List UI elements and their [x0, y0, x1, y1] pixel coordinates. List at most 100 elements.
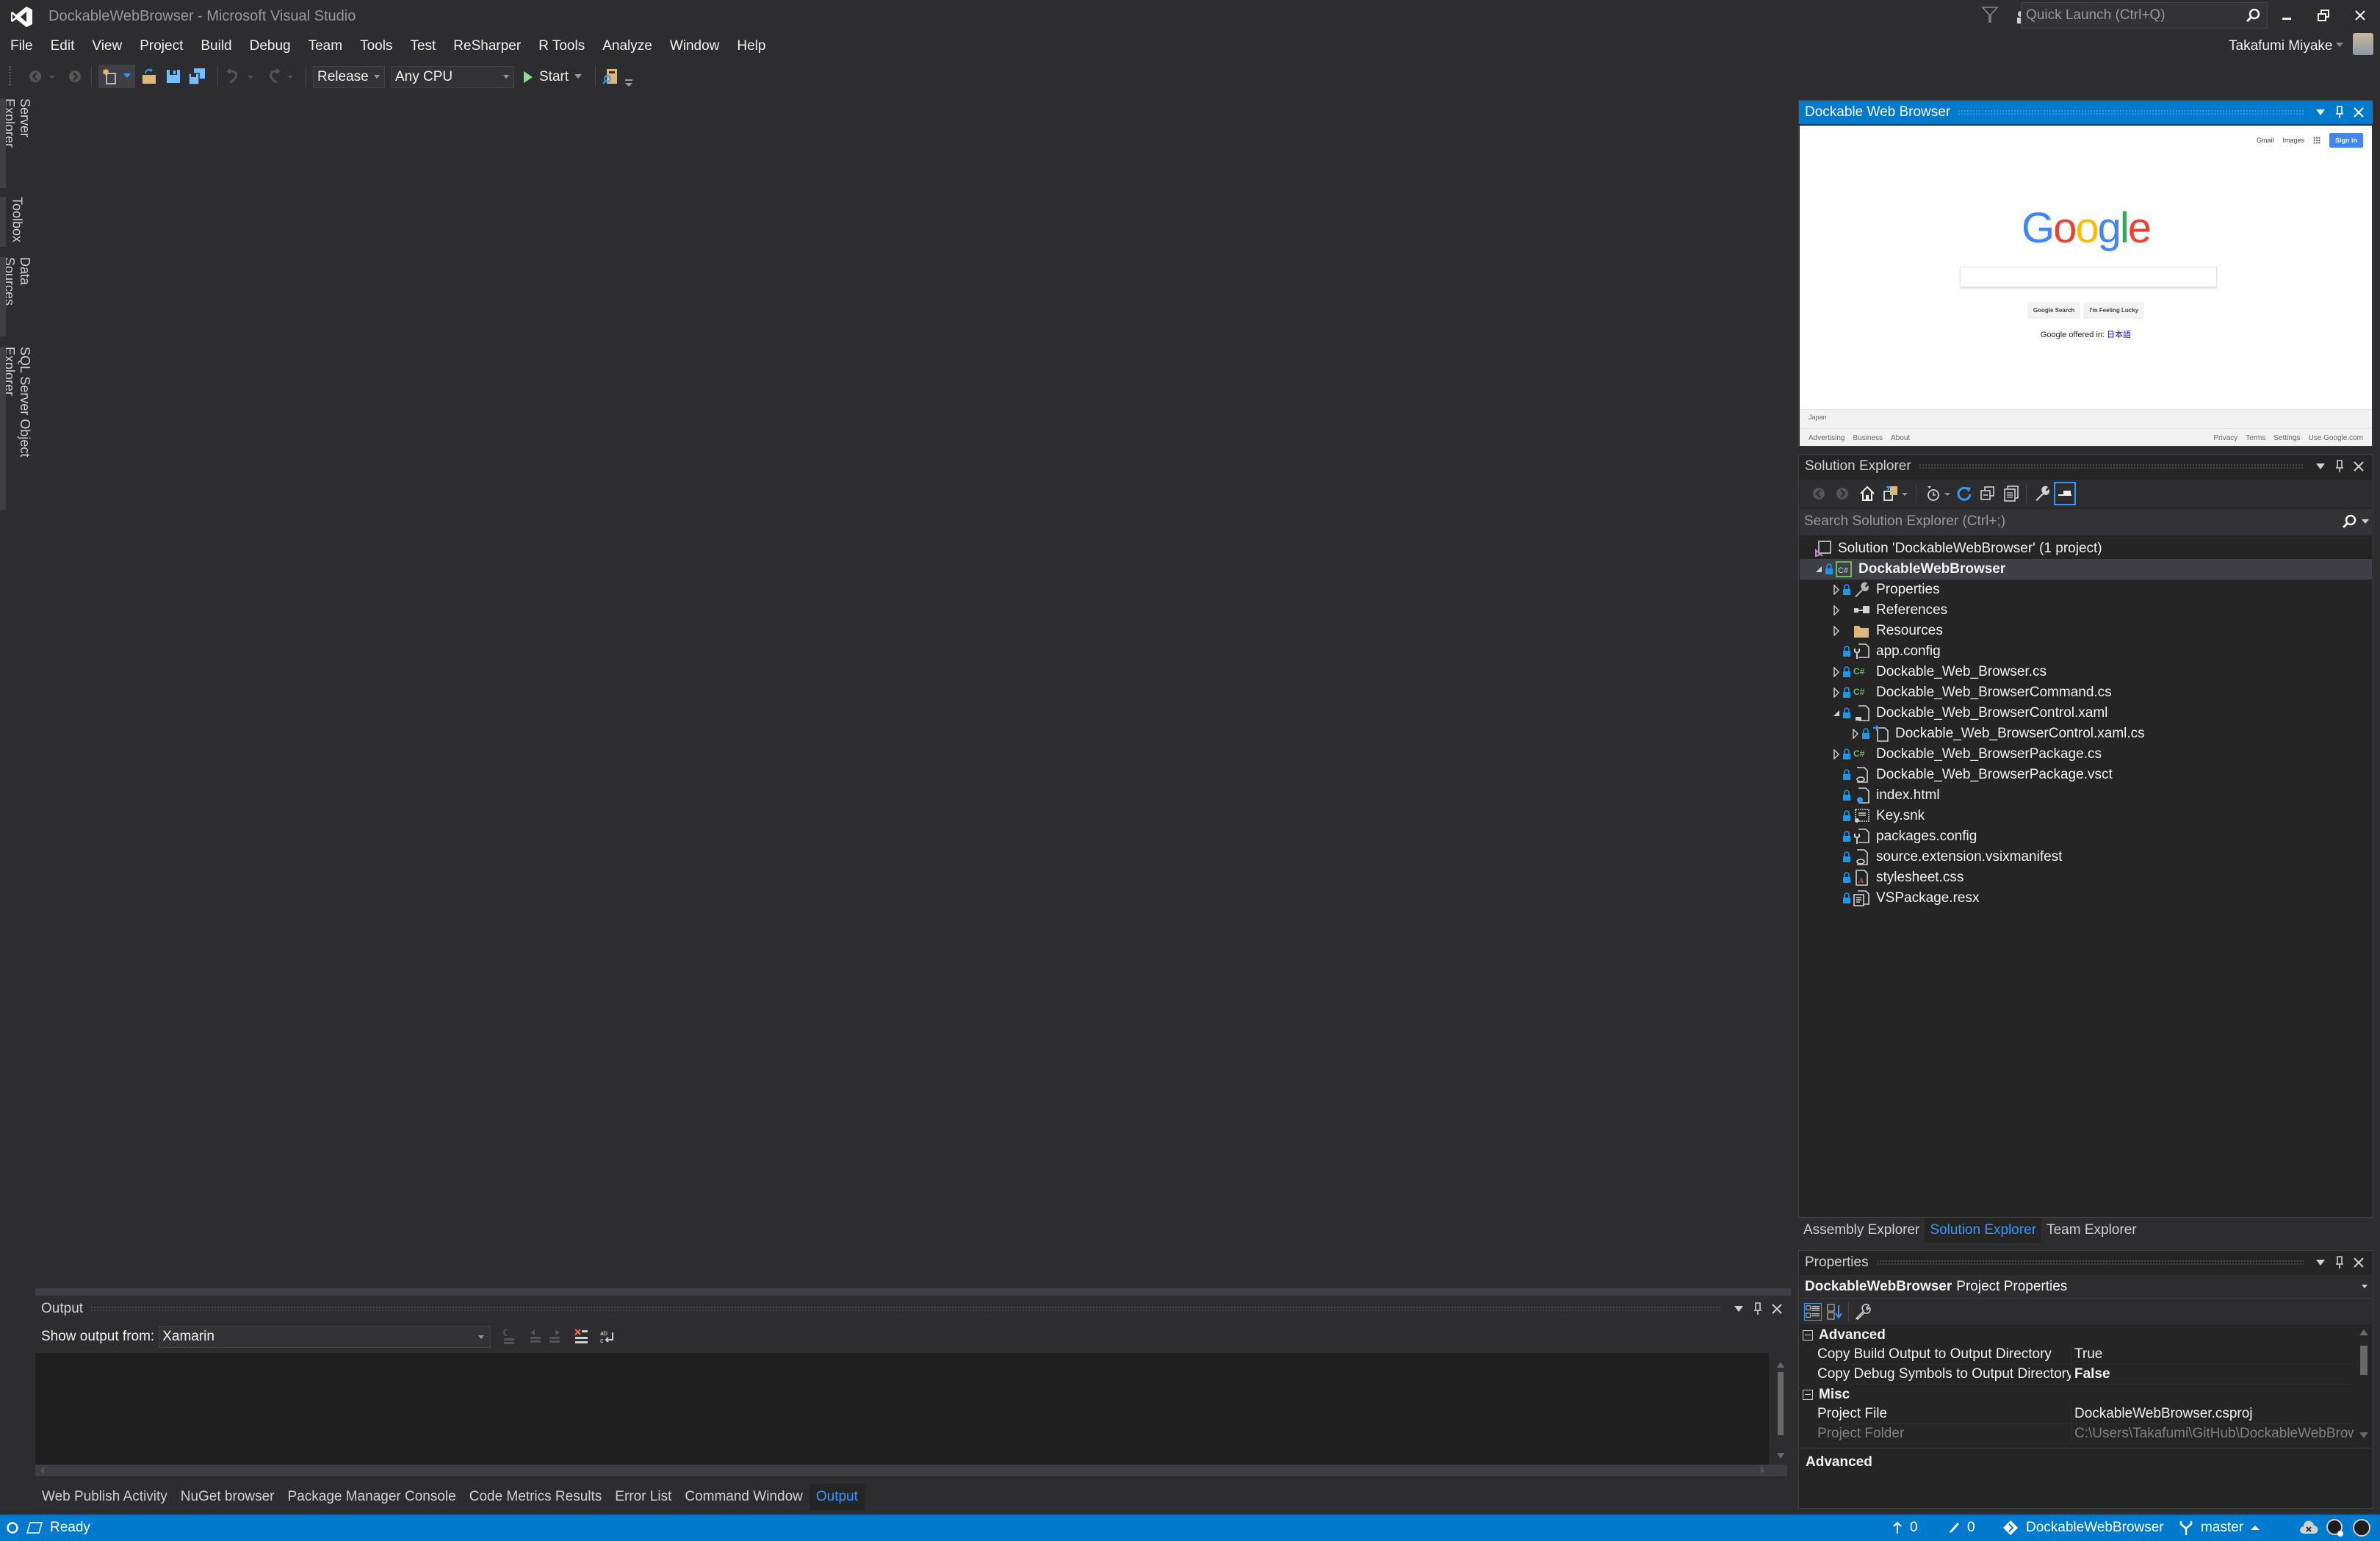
expand-arrow-icon[interactable] [1831, 605, 1842, 616]
save-icon[interactable] [165, 68, 182, 85]
privacy-link[interactable]: Privacy [2213, 434, 2237, 442]
cloud-disconnected-icon[interactable] [2299, 1519, 2318, 1537]
redo-icon[interactable] [264, 68, 282, 85]
tree-item[interactable]: Properties [1800, 580, 2372, 600]
scroll-right-icon[interactable] [1759, 1466, 1765, 1475]
tree-item[interactable]: References [1800, 600, 2372, 621]
settings-link[interactable]: Settings [2273, 434, 2300, 442]
undo-icon[interactable] [225, 68, 242, 85]
switch-views-icon[interactable] [1882, 485, 1900, 502]
sign-in-button[interactable]: Sign in [2329, 133, 2363, 148]
chevron-down-icon[interactable] [2362, 519, 2369, 525]
terms-link[interactable]: Terms [2246, 434, 2265, 442]
solution-configuration-dropdown[interactable]: Release [313, 66, 385, 88]
open-file-icon[interactable] [141, 68, 159, 85]
repository-picker[interactable]: DockableWebBrowser [2002, 1515, 2164, 1541]
tree-item[interactable]: packages.config [1800, 826, 2372, 847]
toolbar-overflow-icon[interactable] [624, 75, 633, 93]
tree-item[interactable]: Astylesheet.css [1800, 867, 2372, 888]
tree-item[interactable]: Resources [1800, 621, 2372, 641]
tool-window-header[interactable]: Properties [1799, 1251, 2373, 1274]
auto-hide-button[interactable] [2330, 457, 2349, 476]
avatar[interactable] [2353, 33, 2373, 55]
tool-window-header[interactable]: Solution Explorer [1799, 455, 2373, 478]
language-link[interactable]: 日本語 [2107, 331, 2131, 339]
feeling-lucky-button[interactable]: I'm Feeling Lucky [2083, 302, 2145, 319]
tree-item[interactable]: C# DockableWebBrowser [1800, 559, 2372, 580]
menu-resharper[interactable]: ReSharper [444, 34, 530, 59]
tree-item[interactable]: VSPackage.resx [1800, 888, 2372, 909]
close-tool-window-button[interactable] [2349, 1253, 2368, 1272]
find-in-files-icon[interactable] [602, 68, 620, 85]
tab-package-manager-console[interactable]: Package Manager Console [281, 1484, 463, 1510]
tree-item[interactable]: source.extension.vsixmanifest [1800, 847, 2372, 867]
tab-command-window[interactable]: Command Window [678, 1484, 809, 1510]
property-row[interactable]: Copy Build Output to Output Directory Tru… [1814, 1345, 2354, 1365]
property-value[interactable]: True [2071, 1345, 2354, 1364]
tab-code-metrics-results[interactable]: Code Metrics Results [463, 1484, 609, 1510]
tool-window-header[interactable]: Output [35, 1297, 1791, 1321]
tree-item[interactable]: index.html [1800, 785, 2372, 806]
new-project-button[interactable] [98, 65, 135, 88]
drag-grip[interactable] [1875, 1260, 2304, 1266]
gmail-link[interactable]: Gmail [2257, 137, 2274, 144]
pending-changes-filter-icon[interactable] [1925, 485, 1942, 502]
notification-filter-icon[interactable] [1980, 4, 1999, 25]
solution-platform-dropdown[interactable]: Any CPU [391, 66, 514, 88]
tab-sql-server-object-explorer[interactable]: SQL Server Object Explorer [0, 347, 32, 510]
advertising-link[interactable]: Advertising [1809, 434, 1844, 442]
chevron-down-icon[interactable] [48, 68, 56, 85]
tree-item[interactable]: Dockable_Web_BrowserControl.xaml [1800, 703, 2372, 723]
drag-grip[interactable] [90, 1306, 1722, 1312]
menu-r-tools[interactable]: R Tools [530, 34, 594, 59]
menu-help[interactable]: Help [728, 34, 774, 59]
expand-arrow-icon[interactable] [1831, 625, 1842, 637]
tree-item[interactable]: Dockable_Web_BrowserPackage.vsct [1800, 765, 2372, 785]
tab-toolbox[interactable]: Toolbox [0, 197, 26, 247]
home-icon[interactable] [1858, 485, 1876, 502]
back-icon[interactable] [1810, 485, 1828, 502]
tree-item[interactable]: Dockable_Web_BrowserControl.xaml.cs [1800, 723, 2372, 744]
property-value[interactable]: DockableWebBrowser.csproj [2071, 1404, 2354, 1423]
property-row[interactable]: Copy Debug Symbols to Output Directory Fa… [1814, 1365, 2354, 1385]
search-icon[interactable] [2341, 513, 2357, 530]
property-category[interactable]: Advanced [1800, 1325, 2354, 1345]
tab-solution-explorer[interactable]: Solution Explorer [1925, 1218, 2042, 1243]
pending-changes[interactable]: 0 [1948, 1515, 1975, 1541]
chevron-down-icon[interactable] [247, 68, 254, 85]
menu-debug[interactable]: Debug [241, 34, 300, 59]
auto-hide-button[interactable] [1748, 1299, 1767, 1318]
solution-search-box[interactable] [1800, 509, 2372, 535]
close-tool-window-button[interactable] [2349, 457, 2368, 476]
tree-item[interactable]: app.config [1800, 641, 2372, 662]
chevron-down-icon[interactable] [2336, 43, 2343, 48]
property-value[interactable]: False [2071, 1365, 2354, 1384]
find-message-in-code-icon[interactable] [501, 1328, 517, 1346]
property-row[interactable]: Project File DockableWebBrowser.csproj [1814, 1404, 2354, 1424]
window-position-button[interactable] [2311, 457, 2330, 476]
expand-arrow-icon[interactable] [1850, 728, 1861, 740]
google-search-input[interactable] [1960, 267, 2217, 287]
tab-data-sources[interactable]: Data Sources [0, 257, 32, 336]
menu-edit[interactable]: Edit [42, 34, 84, 59]
alphabetical-icon[interactable] [1826, 1303, 1844, 1321]
menu-project[interactable]: Project [131, 34, 192, 59]
tool-window-header[interactable]: Dockable Web Browser [1799, 101, 2373, 124]
collapse-arrow-icon[interactable] [1831, 707, 1842, 719]
tree-item[interactable]: Key.snk [1800, 806, 2372, 826]
collapse-all-icon[interactable] [1979, 485, 1997, 502]
tab-output[interactable]: Output [809, 1484, 865, 1510]
splitter[interactable] [35, 1288, 1791, 1296]
menu-test[interactable]: Test [401, 34, 444, 59]
properties-wrench-icon[interactable] [2033, 485, 2051, 502]
use-google-com-link[interactable]: Use Google.com [2309, 434, 2363, 442]
tab-team-explorer[interactable]: Team Explorer [2041, 1218, 2142, 1243]
show-all-files-icon[interactable] [2002, 485, 2020, 502]
properties-object-selector[interactable]: DockableWebBrowser Project Properties [1800, 1275, 2372, 1299]
auto-hide-button[interactable] [2330, 1253, 2349, 1272]
expand-arrow-icon[interactable] [1831, 666, 1842, 678]
menu-team[interactable]: Team [300, 34, 351, 59]
user-presence-icon[interactable] [2352, 1517, 2371, 1538]
apps-grid-icon[interactable] [2313, 137, 2320, 144]
drag-grip[interactable] [1958, 109, 2304, 115]
